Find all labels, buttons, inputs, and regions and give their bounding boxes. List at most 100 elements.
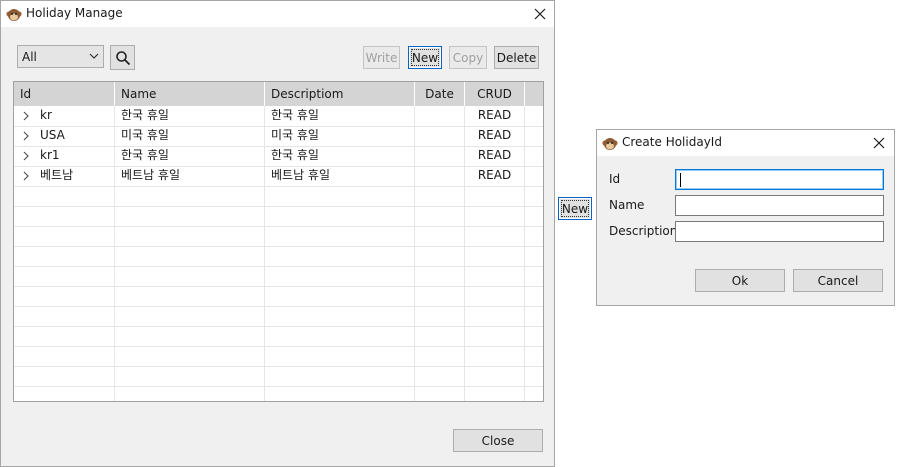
- dialog-close-button[interactable]: [864, 130, 894, 156]
- write-button[interactable]: Write: [363, 46, 400, 69]
- cell-name: 미국 휴일: [115, 126, 265, 146]
- new-button[interactable]: New: [408, 46, 442, 69]
- column-header-description[interactable]: Descriptiom: [265, 82, 415, 106]
- cell-description: [265, 286, 415, 306]
- cell-crud: [465, 286, 525, 306]
- cancel-button[interactable]: Cancel: [793, 269, 883, 292]
- cell-crud: [465, 266, 525, 286]
- cell-name: 베트남 휴일: [115, 166, 265, 186]
- table-row[interactable]: USA 미국 휴일 미국 휴일 READ: [14, 126, 543, 147]
- cell-description: [265, 206, 415, 226]
- cell-filler: [525, 286, 543, 306]
- title-bar: Holiday Manage: [1, 1, 554, 27]
- search-button[interactable]: [110, 45, 135, 70]
- empty-table-row: [14, 246, 543, 267]
- empty-table-row: [14, 366, 543, 387]
- empty-table-row: [14, 346, 543, 367]
- cell-date: [415, 386, 465, 401]
- empty-table-row: [14, 186, 543, 207]
- table-row[interactable]: kr1 한국 휴일 한국 휴일 READ: [14, 146, 543, 167]
- cell-filler: [525, 306, 543, 326]
- empty-table-row: [14, 286, 543, 307]
- cell-crud: [465, 226, 525, 246]
- empty-table-row: [14, 206, 543, 227]
- window-title: Holiday Manage: [26, 6, 123, 20]
- table-row[interactable]: kr 한국 휴일 한국 휴일 READ: [14, 106, 543, 127]
- cell-name: [115, 346, 265, 366]
- copy-button[interactable]: Copy: [449, 46, 487, 69]
- cell-id: 베트남: [14, 166, 115, 186]
- cell-name: [115, 306, 265, 326]
- cell-filler: [525, 206, 543, 226]
- cell-id: [14, 246, 115, 266]
- cell-filler: [525, 366, 543, 386]
- cell-crud: [465, 326, 525, 346]
- cell-id: [14, 286, 115, 306]
- cell-name: [115, 186, 265, 206]
- cell-date: [415, 366, 465, 386]
- cell-id: [14, 266, 115, 286]
- column-header-id[interactable]: Id: [14, 82, 115, 106]
- filter-dropdown[interactable]: All: [17, 45, 104, 68]
- cell-filler: [525, 346, 543, 366]
- table-row[interactable]: 베트남 베트남 휴일 베트남 휴일 READ: [14, 166, 543, 187]
- cell-filler: [525, 126, 543, 146]
- cell-id: [14, 326, 115, 346]
- dialog-title: Create HolidayId: [622, 135, 722, 149]
- cell-date: [415, 166, 465, 186]
- cell-description: [265, 266, 415, 286]
- cell-date: [415, 326, 465, 346]
- cell-id: [14, 346, 115, 366]
- cell-id: [14, 226, 115, 246]
- cell-description: [265, 226, 415, 246]
- cell-name: [115, 326, 265, 346]
- cell-id: kr: [14, 106, 115, 126]
- cell-date: [415, 266, 465, 286]
- cell-crud: [465, 366, 525, 386]
- cell-name: [115, 246, 265, 266]
- holiday-manage-window: Holiday Manage All Write New Copy Delete…: [0, 0, 555, 467]
- name-label: Name: [609, 198, 645, 212]
- window-close-button[interactable]: [525, 1, 555, 27]
- search-icon: [115, 50, 130, 65]
- ok-button[interactable]: Ok: [695, 269, 785, 292]
- cell-description: [265, 186, 415, 206]
- text-caret: [680, 173, 681, 187]
- cell-name: 한국 휴일: [115, 146, 265, 166]
- cell-description: 미국 휴일: [265, 126, 415, 146]
- column-header-crud[interactable]: CRUD: [465, 82, 525, 106]
- cell-description: [265, 246, 415, 266]
- cell-name: [115, 286, 265, 306]
- name-field[interactable]: [675, 195, 884, 216]
- cell-name: [115, 386, 265, 401]
- close-button[interactable]: Close: [453, 429, 543, 452]
- cell-date: [415, 146, 465, 166]
- cell-date: [415, 346, 465, 366]
- cell-date: [415, 246, 465, 266]
- cell-date: [415, 186, 465, 206]
- cell-date: [415, 226, 465, 246]
- cell-crud: [465, 386, 525, 401]
- cell-date: [415, 126, 465, 146]
- cell-description: [265, 386, 415, 401]
- cell-name: [115, 206, 265, 226]
- cell-description: [265, 346, 415, 366]
- cell-filler: [525, 326, 543, 346]
- empty-table-row: [14, 326, 543, 347]
- empty-table-row: [14, 266, 543, 287]
- cell-filler: [525, 106, 543, 126]
- cell-crud: READ: [465, 146, 525, 166]
- cell-id: USA: [14, 126, 115, 146]
- cell-name: [115, 266, 265, 286]
- cell-description: [265, 306, 415, 326]
- id-field[interactable]: [675, 169, 884, 190]
- app-monkey-icon: [602, 138, 618, 150]
- description-field[interactable]: [675, 221, 884, 242]
- floating-new-button[interactable]: New: [558, 197, 592, 220]
- cell-id: [14, 386, 115, 401]
- column-header-name[interactable]: Name: [115, 82, 265, 106]
- column-header-date[interactable]: Date: [415, 82, 465, 106]
- cell-description: 한국 휴일: [265, 146, 415, 166]
- empty-table-row: [14, 386, 543, 401]
- delete-button[interactable]: Delete: [494, 46, 539, 69]
